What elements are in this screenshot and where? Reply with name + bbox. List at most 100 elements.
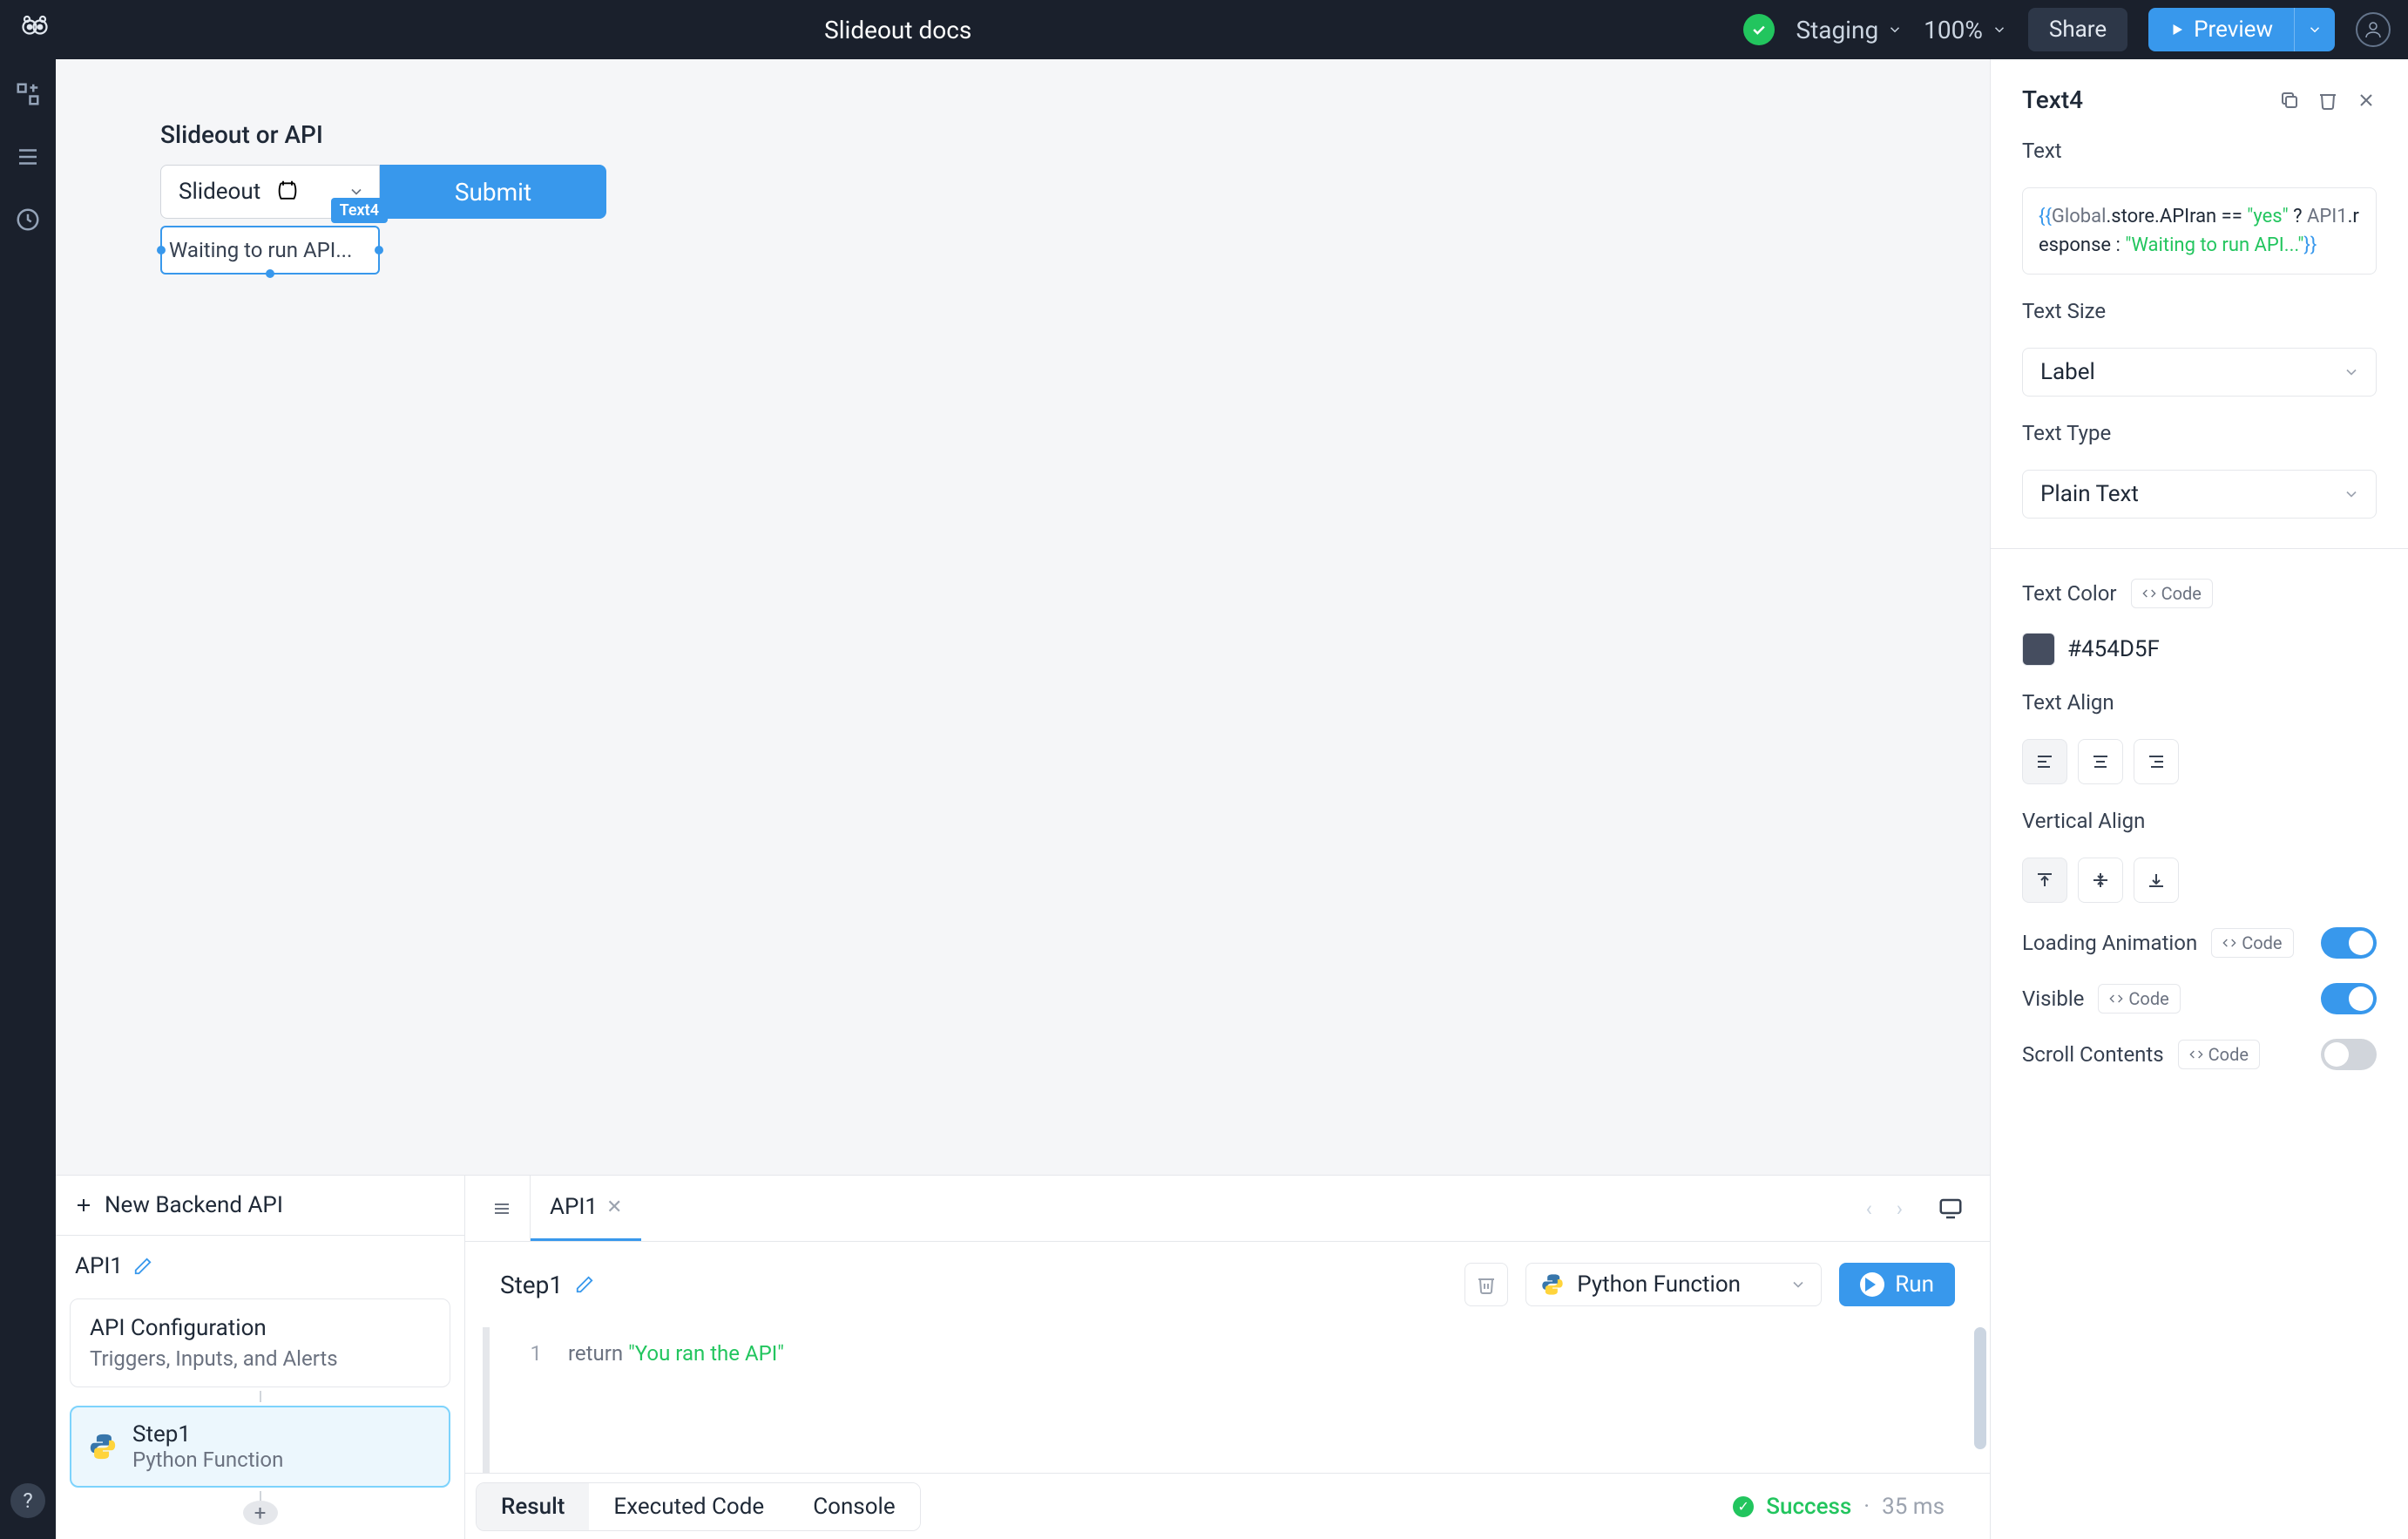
step-header-name[interactable]: Step1 [500, 1271, 594, 1299]
code-keyword: return [568, 1341, 623, 1366]
code-icon [2189, 1047, 2203, 1061]
topbar-right: Staging 100% Share Preview [1743, 8, 2391, 51]
scroll-toggle[interactable] [2321, 1039, 2377, 1070]
valign-middle-button[interactable] [2078, 858, 2123, 903]
close-icon[interactable]: ✕ [606, 1197, 622, 1218]
api-configuration-card[interactable]: API Configuration Triggers, Inputs, and … [70, 1298, 450, 1387]
preview-label: Preview [2194, 17, 2273, 43]
api-sidebar-header: New Backend API [56, 1176, 464, 1236]
align-left-button[interactable] [2022, 739, 2067, 784]
code-toggle-button[interactable]: Code [2098, 984, 2180, 1014]
inspector-header: Text4 [2022, 85, 2377, 114]
step-header-label: Step1 [500, 1271, 563, 1299]
resize-handle-right[interactable] [375, 246, 383, 254]
divider [1991, 548, 2408, 549]
text-widget-value: Waiting to run API... [169, 238, 352, 262]
tab-result[interactable]: Result [477, 1483, 589, 1530]
chevron-down-icon [2343, 363, 2360, 381]
function-type-select[interactable]: Python Function [1525, 1263, 1822, 1306]
api-panel: New Backend API API1 API Configuration T… [56, 1175, 1990, 1539]
resize-handle-left[interactable] [157, 246, 166, 254]
components-icon[interactable] [10, 77, 45, 112]
text-type-select[interactable]: Plain Text [2022, 470, 2377, 519]
api-tab[interactable]: API1 ✕ [531, 1176, 641, 1241]
preview-dropdown-button[interactable] [2294, 8, 2335, 51]
plus-icon [73, 1195, 94, 1216]
copy-icon[interactable] [2279, 90, 2300, 111]
app-logo[interactable] [17, 12, 52, 47]
visible-toggle[interactable] [2321, 983, 2377, 1014]
run-label: Run [1895, 1271, 1934, 1298]
visible-label: Visible [2022, 986, 2084, 1011]
share-button[interactable]: Share [2028, 8, 2127, 51]
color-swatch[interactable] [2022, 633, 2055, 666]
delete-step-button[interactable] [1464, 1263, 1508, 1306]
run-button[interactable]: Run [1839, 1263, 1955, 1306]
function-type-label: Python Function [1577, 1271, 1741, 1298]
text-color-value-row[interactable]: #454D5F [2022, 633, 2377, 666]
text-align-label: Text Align [2022, 690, 2377, 715]
scrollbar-thumb[interactable] [1974, 1327, 1986, 1449]
code-editor[interactable]: 1 return "You ran the API" [483, 1327, 1990, 1473]
loading-toggle[interactable] [2321, 927, 2377, 959]
user-avatar[interactable] [2356, 12, 2391, 47]
text-size-select[interactable]: Label [2022, 348, 2377, 397]
menu-icon[interactable] [474, 1176, 531, 1241]
play-icon [2169, 22, 2185, 37]
line-number: 1 [524, 1341, 542, 1366]
help-icon[interactable]: ? [10, 1483, 45, 1518]
code-icon [2142, 586, 2156, 600]
zoom-select[interactable]: 100% [1924, 16, 2007, 44]
form-heading: Slideout or API [160, 120, 1990, 149]
config-subtitle: Triggers, Inputs, and Alerts [90, 1346, 430, 1371]
step-card[interactable]: Step1 Python Function [70, 1406, 450, 1488]
component-name: Text4 [2022, 85, 2279, 114]
text-expression-input[interactable]: {{Global.store.APIran == "yes" ? API1.re… [2022, 187, 2377, 275]
new-backend-api-button[interactable]: New Backend API [56, 1192, 301, 1218]
scrollbar[interactable] [1974, 1327, 1986, 1473]
tab-executed-code[interactable]: Executed Code [589, 1483, 788, 1530]
layers-icon[interactable] [10, 139, 45, 174]
code-toggle-button[interactable]: Code [2178, 1040, 2260, 1069]
environment-label: Staging [1796, 16, 1878, 44]
edit-icon[interactable] [575, 1275, 594, 1294]
align-right-button[interactable] [2134, 739, 2179, 784]
submit-button[interactable]: Submit [380, 165, 606, 219]
selection-tag: Text4 [331, 198, 388, 223]
close-icon[interactable] [2356, 90, 2377, 111]
python-icon [1540, 1272, 1565, 1297]
code-string: "You ran the API" [628, 1341, 784, 1366]
environment-select[interactable]: Staging [1796, 16, 1903, 44]
code-toggle-button[interactable]: Code [2131, 579, 2213, 608]
edit-icon[interactable] [133, 1257, 152, 1276]
inspector-panel: Text4 Text {{Global.store.APIran == "yes… [1990, 59, 2408, 1539]
trash-icon[interactable] [2317, 90, 2338, 111]
canvas[interactable]: Slideout or API Slideout Text4 Submit Wa… [56, 59, 1990, 1175]
text-widget-selected[interactable]: Waiting to run API... [160, 226, 380, 275]
code-toggle-button[interactable]: Code [2211, 928, 2293, 958]
loading-label: Loading Animation [2022, 931, 2197, 955]
status-label: Success [1766, 1494, 1851, 1520]
separator: · [1863, 1494, 1870, 1520]
success-icon: ✓ [1733, 1496, 1754, 1517]
desktop-icon[interactable] [1920, 1196, 1981, 1222]
text-size-value: Label [2040, 359, 2095, 385]
history-icon[interactable] [10, 202, 45, 237]
result-footer: Result Executed Code Console ✓ Success ·… [465, 1473, 1990, 1539]
align-center-button[interactable] [2078, 739, 2123, 784]
status-time: 35 ms [1882, 1494, 1945, 1520]
valign-bottom-button[interactable] [2134, 858, 2179, 903]
prev-icon[interactable]: ‹ [1866, 1197, 1872, 1221]
text-section-label: Text [2022, 139, 2377, 163]
tab-console[interactable]: Console [788, 1483, 919, 1530]
valign-top-button[interactable] [2022, 858, 2067, 903]
preview-button[interactable]: Preview [2148, 8, 2294, 51]
api-name-row[interactable]: API1 [70, 1250, 450, 1283]
resize-handle-bottom[interactable] [266, 269, 274, 278]
next-icon[interactable]: › [1897, 1197, 1903, 1221]
zoom-label: 100% [1924, 16, 1983, 44]
add-step-button[interactable]: + [243, 1501, 278, 1525]
api-name-label: API1 [75, 1253, 123, 1279]
code-icon [2222, 936, 2236, 950]
slideout-dropdown[interactable]: Slideout Text4 [160, 165, 380, 219]
